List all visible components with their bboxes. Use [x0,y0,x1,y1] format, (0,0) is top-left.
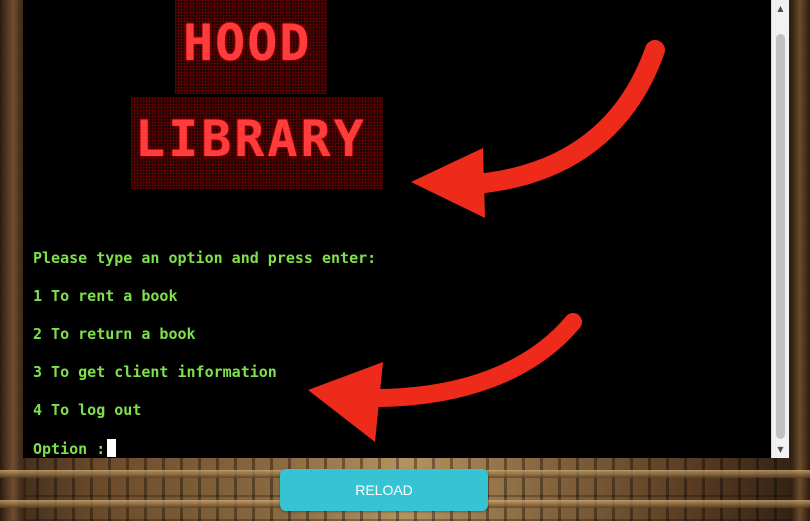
scroll-up-icon[interactable]: ▲ [772,0,789,17]
text-cursor[interactable] [107,439,117,457]
vertical-scrollbar[interactable]: ▲ ▼ [771,0,789,458]
curved-arrow-top-icon [411,40,665,218]
terminal-window[interactable]: HOOD LIBRARY Please type an option and p… [23,0,789,458]
option-input-line[interactable]: Option : [33,439,117,458]
curved-arrow-bottom-icon [308,313,582,442]
scrollbar-thumb[interactable] [776,34,785,439]
banner-title-line1: HOOD [183,14,312,72]
banner-title-line2: LIBRARY [135,110,367,168]
menu-option-client-info: 3 To get client information [33,363,277,381]
menu-option-rent: 1 To rent a book [33,287,178,305]
scroll-down-icon[interactable]: ▼ [772,441,789,458]
reload-button[interactable]: RELOAD [280,469,488,511]
menu-option-logout: 4 To log out [33,401,142,419]
option-input-label: Option : [33,440,106,458]
background-pillar [790,0,810,521]
arrow-annotations [308,40,665,442]
menu-prompt: Please type an option and press enter: [33,249,377,267]
menu-option-return: 2 To return a book [33,325,196,343]
